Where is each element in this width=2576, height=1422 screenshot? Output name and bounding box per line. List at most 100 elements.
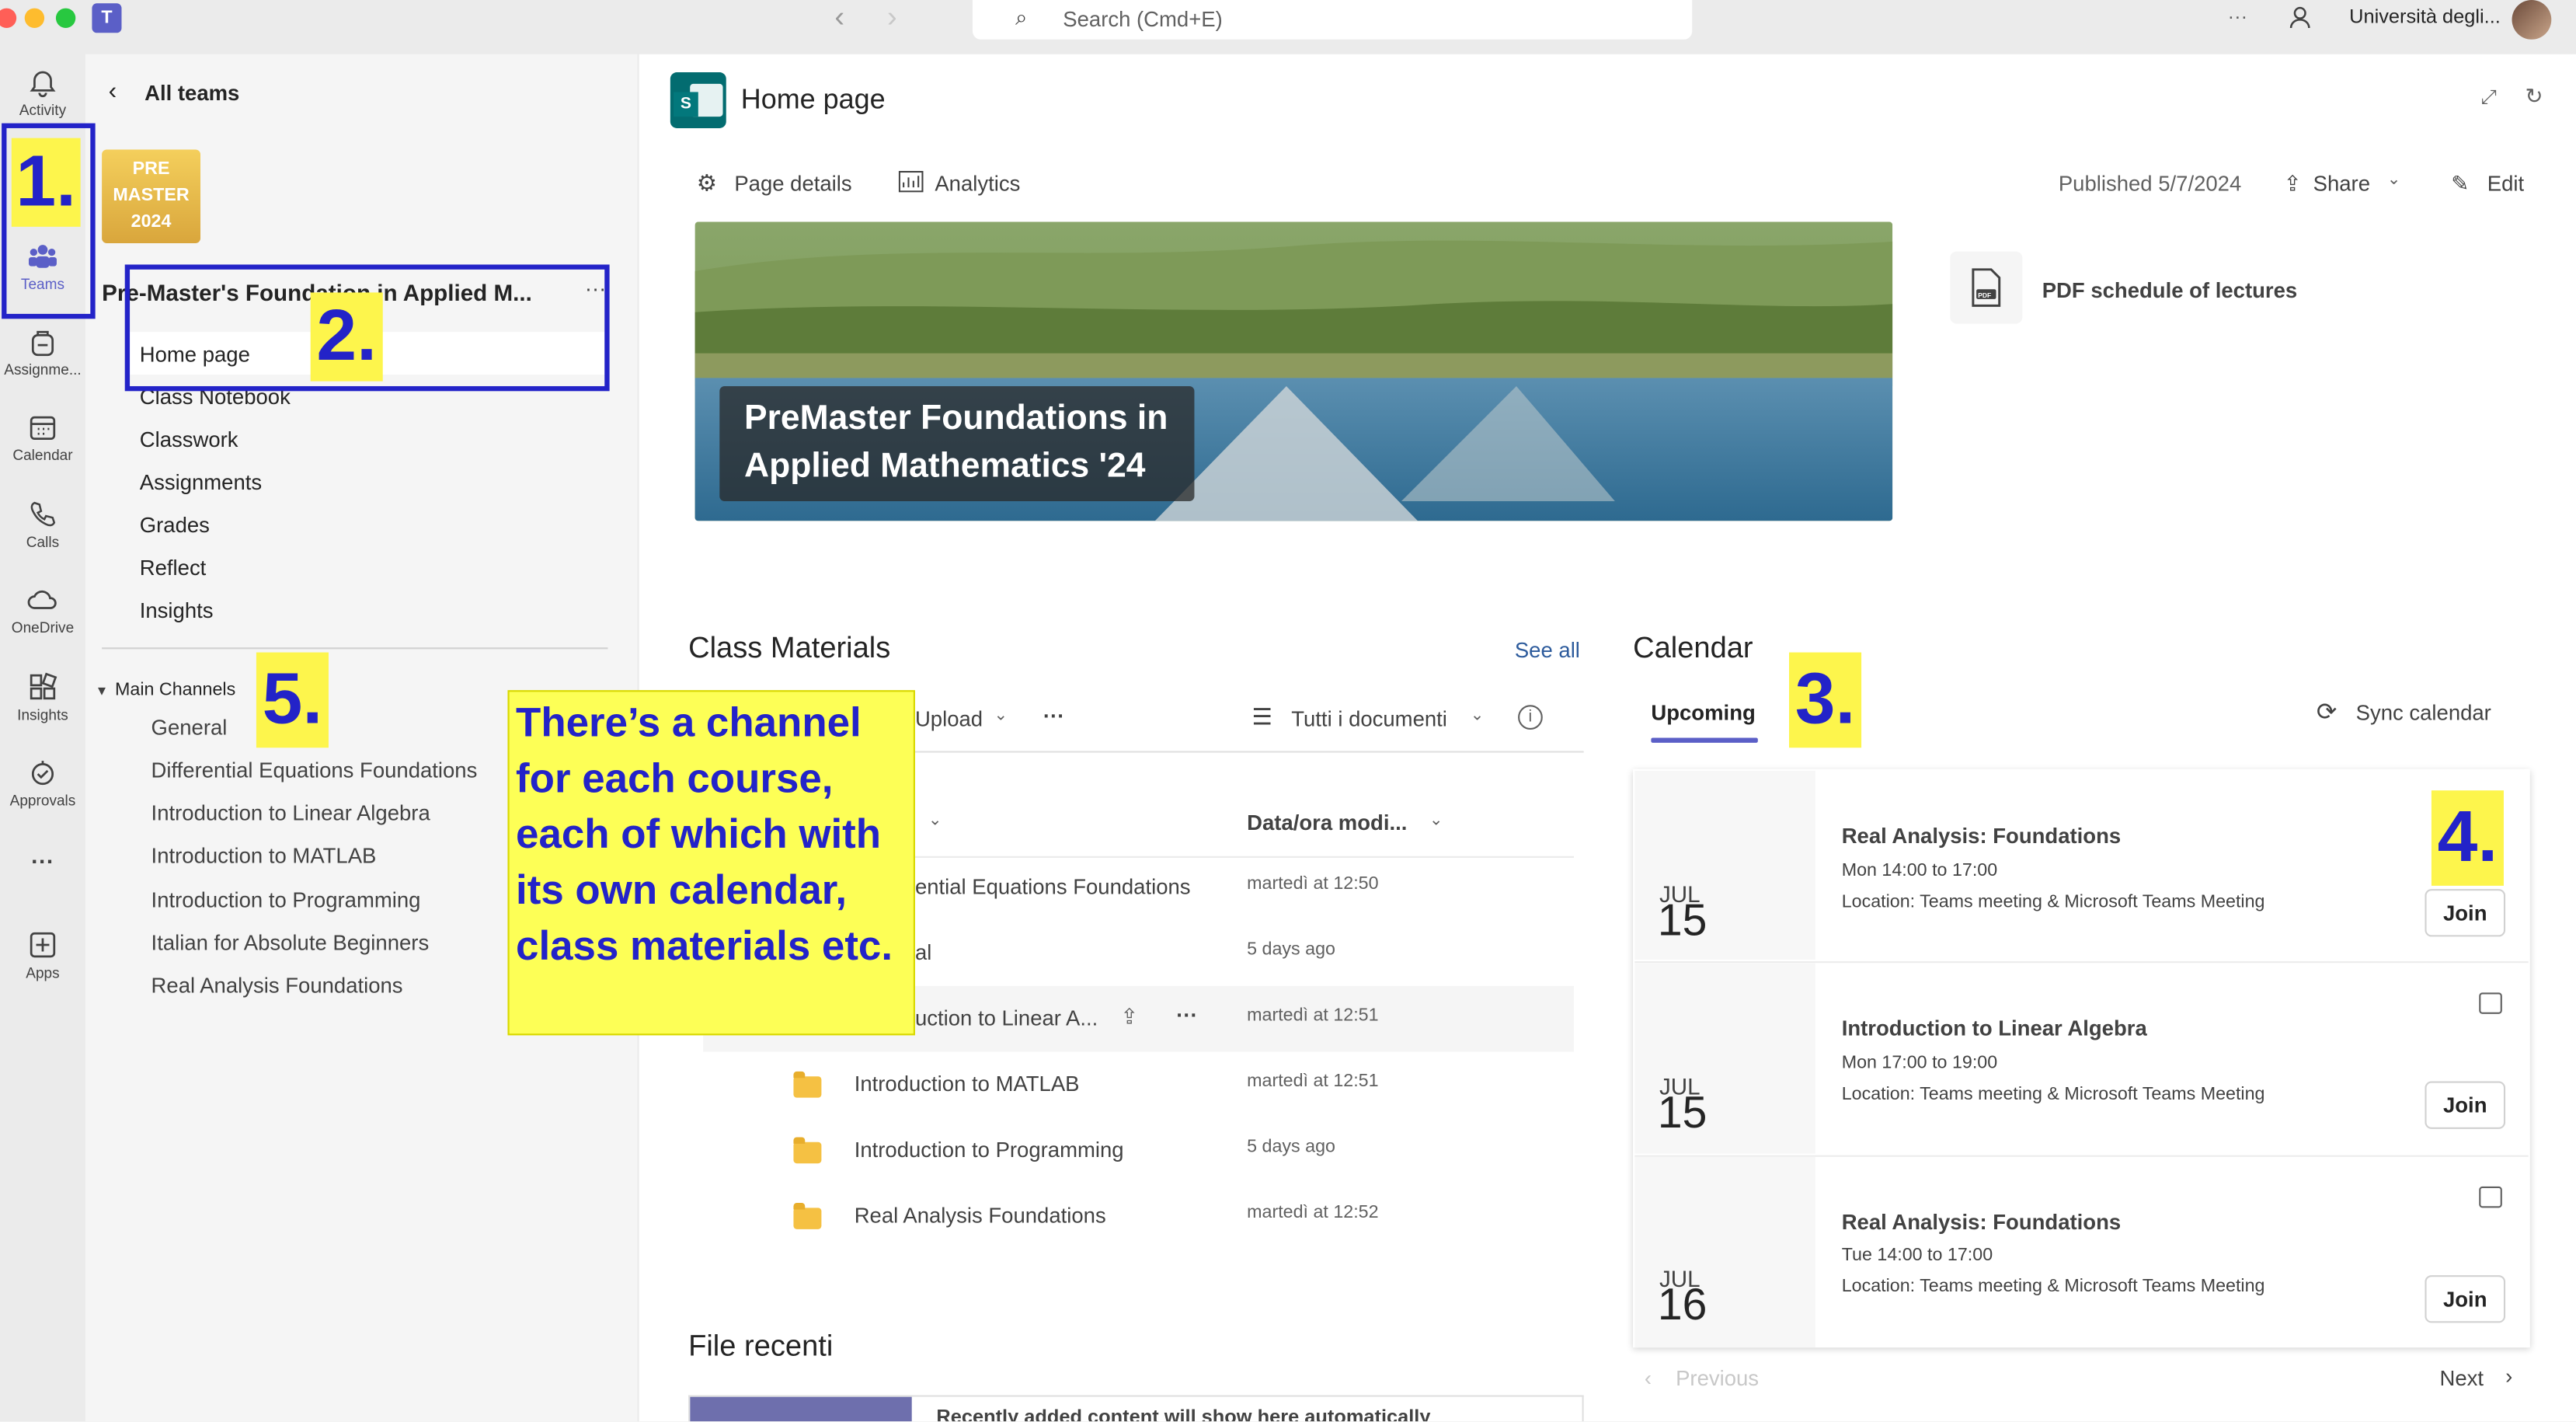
event-location: Location: Teams meeting & Microsoft Team… bbox=[1841, 1084, 2265, 1105]
more-options-icon[interactable]: ··· bbox=[2228, 5, 2247, 28]
join-button[interactable]: Join bbox=[2425, 889, 2506, 937]
row-date: martedì at 12:51 bbox=[1247, 1006, 1379, 1026]
analytics-icon bbox=[898, 170, 924, 193]
next-button[interactable]: Next bbox=[2439, 1365, 2484, 1390]
modified-sort-chevron-icon[interactable]: ⌄ bbox=[1429, 812, 1443, 830]
nav-item-assignments[interactable]: Assignments bbox=[140, 470, 262, 495]
pdf-schedule-link[interactable]: PDF schedule of lectures bbox=[2042, 277, 2297, 302]
channel-programming[interactable]: Introduction to Programming bbox=[151, 887, 421, 912]
view-chevron-icon[interactable]: ⌄ bbox=[1471, 706, 1485, 724]
event-title: Introduction to Linear Algebra bbox=[1841, 1015, 2147, 1040]
user-avatar[interactable] bbox=[2512, 0, 2552, 40]
channel-real-analysis[interactable]: Real Analysis Foundations bbox=[151, 973, 403, 998]
table-row[interactable]: uction to Linear A... bbox=[915, 1006, 1098, 1030]
rail-onedrive[interactable]: OneDrive bbox=[0, 584, 85, 636]
tab-upcoming[interactable]: Upcoming bbox=[1651, 700, 1755, 725]
materials-more-icon[interactable]: ··· bbox=[1043, 703, 1064, 728]
previous-button[interactable]: Previous bbox=[1676, 1365, 1759, 1390]
info-icon[interactable]: i bbox=[1518, 705, 1543, 730]
upload-chevron-icon[interactable]: ⌄ bbox=[994, 706, 1008, 724]
name-sort-chevron-icon[interactable]: ⌄ bbox=[928, 812, 942, 830]
see-all-link[interactable]: See all bbox=[1515, 638, 1580, 663]
teams-logo-icon: T bbox=[92, 3, 122, 33]
pdf-icon-box: PDF bbox=[1950, 251, 2023, 324]
sync-calendar-button[interactable]: Sync calendar bbox=[2356, 700, 2491, 725]
chevron-left-icon[interactable]: ‹ bbox=[109, 77, 117, 105]
event-location: Location: Teams meeting & Microsoft Team… bbox=[1841, 892, 2265, 912]
org-name[interactable]: Università degli... bbox=[2349, 5, 2501, 28]
share-button[interactable]: Share bbox=[2313, 171, 2370, 196]
sync-icon: ⟳ bbox=[2316, 698, 2338, 727]
channels-header[interactable]: Main Channels bbox=[115, 681, 235, 700]
column-modified[interactable]: Data/ora modi... bbox=[1247, 810, 1407, 835]
calendar-add-icon[interactable] bbox=[2479, 992, 2502, 1014]
upload-button[interactable]: Upload bbox=[915, 706, 983, 731]
back-arrow-icon[interactable]: ‹ bbox=[834, 0, 844, 34]
maximize-window-button[interactable] bbox=[55, 8, 76, 28]
sharepoint-page-icon: S bbox=[670, 72, 726, 128]
recent-files-card: Recently added content will show here au… bbox=[688, 1395, 1584, 1422]
table-row[interactable]: Real Analysis Foundations bbox=[855, 1203, 1106, 1228]
view-selector[interactable]: Tutti i documenti bbox=[1291, 706, 1447, 731]
close-window-button[interactable] bbox=[0, 8, 17, 28]
folder-icon bbox=[793, 1203, 822, 1229]
table-row[interactable]: al bbox=[915, 940, 931, 965]
rail-assignments[interactable]: Assignme... bbox=[0, 326, 85, 378]
channel-differential-equations[interactable]: Differential Equations Foundations bbox=[151, 758, 478, 782]
event-card[interactable]: JUL 15 Real Analysis: Foundations Mon 14… bbox=[1634, 770, 2529, 960]
rail-apps[interactable]: Apps bbox=[0, 929, 85, 981]
search-input[interactable]: ⌕ Search (Cmd+E) bbox=[972, 0, 1693, 40]
table-row[interactable]: Introduction to Programming bbox=[855, 1137, 1124, 1162]
rail-calendar[interactable]: Calendar bbox=[0, 411, 85, 463]
table-row[interactable]: Introduction to MATLAB bbox=[855, 1072, 1080, 1096]
title-bar: T ‹ › ⌕ Search (Cmd+E) ··· Università de… bbox=[0, 0, 2576, 54]
minimize-window-button[interactable] bbox=[24, 8, 45, 28]
hero-caption-box: PreMaster Foundations in Applied Mathema… bbox=[719, 385, 1195, 502]
next-chevron-icon[interactable]: › bbox=[2505, 1364, 2512, 1389]
event-location: Location: Teams meeting & Microsoft Team… bbox=[1841, 1277, 2265, 1297]
published-date: Published 5/7/2024 bbox=[2058, 170, 2242, 196]
rail-calls[interactable]: Calls bbox=[0, 498, 85, 550]
event-card[interactable]: JUL 15 Introduction to Linear Algebra Mo… bbox=[1634, 963, 2529, 1154]
pdf-file-icon bbox=[1972, 268, 2001, 307]
event-title: Real Analysis: Foundations bbox=[1841, 823, 2122, 849]
event-card[interactable]: JUL 16 Real Analysis: Foundations Tue 14… bbox=[1634, 1156, 2529, 1348]
all-teams-link[interactable]: All teams bbox=[144, 81, 239, 106]
forward-arrow-icon[interactable]: › bbox=[887, 0, 897, 34]
rail-insights[interactable]: Insights bbox=[0, 671, 85, 723]
row-date: martedì at 12:50 bbox=[1247, 874, 1379, 894]
channel-italian[interactable]: Italian for Absolute Beginners bbox=[151, 930, 430, 955]
caret-down-icon[interactable]: ▼ bbox=[96, 684, 109, 699]
calendar-icon bbox=[30, 416, 56, 441]
nav-item-classwork[interactable]: Classwork bbox=[140, 427, 238, 452]
people-settings-icon[interactable] bbox=[2289, 5, 2315, 31]
rail-activity[interactable]: Activity bbox=[0, 66, 85, 118]
table-row[interactable]: ential Equations Foundations bbox=[915, 874, 1191, 899]
nav-item-insights[interactable]: Insights bbox=[140, 598, 214, 623]
join-button[interactable]: Join bbox=[2425, 1275, 2506, 1323]
row-date: 5 days ago bbox=[1247, 1137, 1335, 1157]
nav-item-grades[interactable]: Grades bbox=[140, 513, 210, 538]
row-more-icon[interactable]: ··· bbox=[1176, 1002, 1197, 1027]
annotation-number-5: 5. bbox=[256, 652, 329, 748]
previous-chevron-icon[interactable]: ‹ bbox=[1645, 1365, 1652, 1390]
rail-approvals[interactable]: Approvals bbox=[0, 756, 85, 808]
share-row-icon[interactable]: ⇪ bbox=[1120, 1004, 1138, 1030]
rail-more[interactable]: ··· bbox=[0, 848, 85, 877]
chevron-down-icon[interactable]: ⌄ bbox=[2387, 171, 2401, 189]
edit-button[interactable]: Edit bbox=[2487, 171, 2524, 196]
row-date: martedì at 12:52 bbox=[1247, 1203, 1379, 1223]
analytics-button[interactable]: Analytics bbox=[935, 171, 1020, 196]
page-details-button[interactable]: Page details bbox=[734, 171, 851, 196]
join-button[interactable]: Join bbox=[2425, 1081, 2506, 1129]
channel-linear-algebra[interactable]: Introduction to Linear Algebra bbox=[151, 800, 430, 825]
refresh-icon[interactable]: ↻ bbox=[2525, 84, 2543, 110]
nav-item-reflect[interactable]: Reflect bbox=[140, 556, 207, 580]
bell-icon bbox=[30, 71, 56, 98]
team-avatar-tile[interactable]: PRE MASTER 2024 bbox=[102, 149, 201, 243]
class-materials-title: Class Materials bbox=[688, 631, 891, 664]
channel-matlab[interactable]: Introduction to MATLAB bbox=[151, 843, 377, 868]
expand-icon[interactable]: ⤢ bbox=[2480, 85, 2496, 110]
calendar-add-icon[interactable] bbox=[2479, 1186, 2502, 1208]
channel-general[interactable]: General bbox=[151, 715, 228, 740]
